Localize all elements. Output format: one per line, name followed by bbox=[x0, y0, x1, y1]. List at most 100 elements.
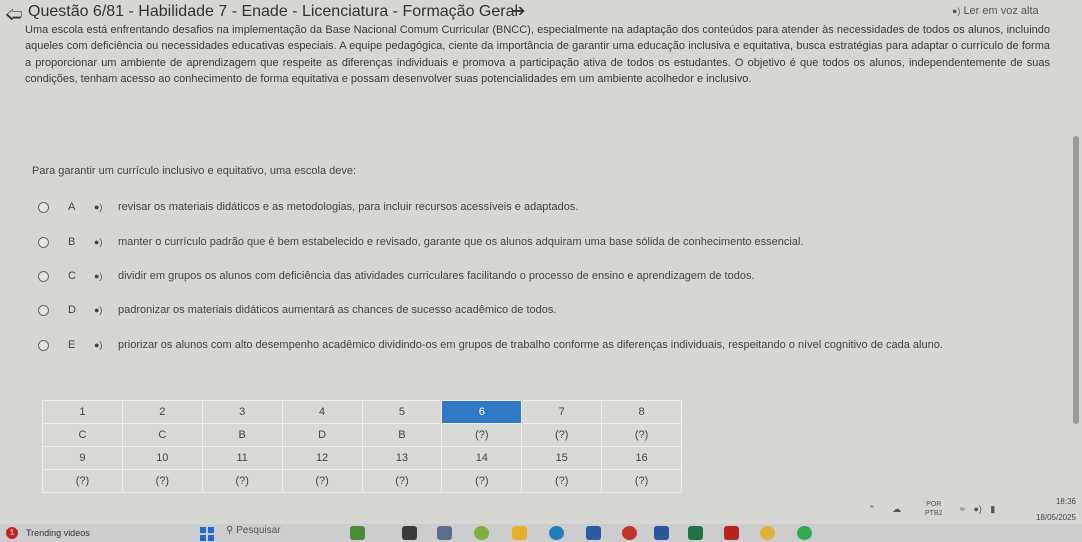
grid-cell-number[interactable]: 8 bbox=[601, 400, 682, 424]
speaker-icon[interactable]: ●) bbox=[94, 202, 118, 212]
grid-cell-number[interactable]: 12 bbox=[281, 446, 363, 470]
answer-grid: 1 2 3 4 5 6 7 8 C C B D B (?) (?) (?) 9 … bbox=[42, 400, 682, 493]
grid-cell-answer[interactable]: (?) bbox=[521, 423, 603, 447]
next-arrow-icon[interactable]: ➔ bbox=[512, 1, 525, 21]
grid-cell-answer[interactable]: (?) bbox=[601, 423, 682, 447]
option-text: manter o currículo padrão que é bem esta… bbox=[118, 236, 804, 248]
speaker-icon[interactable]: ●) bbox=[94, 305, 118, 315]
grid-cell-answer[interactable]: (?) bbox=[521, 469, 603, 493]
stocks-icon[interactable] bbox=[350, 526, 365, 540]
grid-cell-number[interactable]: 7 bbox=[521, 400, 603, 424]
grid-cell-answer[interactable]: B bbox=[201, 423, 283, 447]
question-title: Questão 6/81 - Habilidade 7 - Enade - Li… bbox=[28, 3, 519, 20]
question-header: 🢠 Questão 6/81 - Habilidade 7 - Enade - … bbox=[0, 0, 1082, 24]
question-prompt: Para garantir um currículo inclusivo e e… bbox=[32, 165, 357, 177]
word-icon[interactable] bbox=[654, 526, 669, 540]
edge-icon[interactable] bbox=[549, 526, 564, 540]
option-text: priorizar os alunos com alto desempenho … bbox=[118, 339, 943, 351]
folder-icon[interactable] bbox=[512, 526, 527, 540]
app-icon[interactable] bbox=[622, 526, 637, 540]
grid-row-numbers: 1 2 3 4 5 6 7 8 bbox=[42, 400, 682, 424]
grid-cell-number[interactable]: 16 bbox=[601, 446, 682, 470]
grid-cell-number[interactable]: 11 bbox=[201, 446, 283, 470]
question-statement: Uma escola está enfrentando desafios na … bbox=[25, 24, 1050, 85]
option-letter: A bbox=[68, 201, 76, 213]
speaker-icon[interactable]: ●) bbox=[94, 237, 118, 247]
grid-cell-answer[interactable]: (?) bbox=[441, 469, 523, 493]
chrome-alt-icon[interactable] bbox=[797, 526, 812, 540]
option-text: padronizar os materiais didáticos aument… bbox=[118, 304, 557, 316]
windows-start-icon[interactable] bbox=[200, 527, 214, 541]
search-placeholder: Pesquisar bbox=[236, 525, 281, 536]
grid-cell-number[interactable]: 10 bbox=[121, 446, 203, 470]
grid-cell-number[interactable]: 15 bbox=[521, 446, 603, 470]
language-line: POR bbox=[926, 501, 942, 508]
grid-cell-answer[interactable]: (?) bbox=[42, 469, 123, 493]
language-indicator[interactable]: POR PTB2 bbox=[925, 500, 943, 518]
grid-cell-number[interactable]: 4 bbox=[281, 400, 363, 424]
option-text: revisar os materiais didáticos e as meto… bbox=[118, 201, 579, 213]
grid-cell-answer[interactable]: C bbox=[42, 423, 123, 447]
grid-cell-number[interactable]: 3 bbox=[201, 400, 283, 424]
chart-app-icon[interactable] bbox=[437, 526, 452, 540]
grid-cell-answer[interactable]: B bbox=[361, 423, 443, 447]
acrobat-icon[interactable] bbox=[724, 526, 739, 540]
grid-cell-number[interactable]: 1 bbox=[42, 400, 123, 424]
option-d[interactable]: D ●) padronizar os materiais didáticos a… bbox=[38, 302, 556, 318]
option-letter: D bbox=[68, 304, 76, 316]
speaker-icon[interactable]: ●) bbox=[94, 271, 118, 281]
option-text: dividir em grupos os alunos com deficiên… bbox=[118, 270, 755, 282]
radio-e[interactable] bbox=[38, 339, 49, 351]
speaker-icon: ●) bbox=[952, 6, 961, 16]
chrome-icon[interactable] bbox=[760, 526, 775, 540]
grid-cell-number[interactable]: 13 bbox=[361, 446, 443, 470]
store-icon[interactable] bbox=[586, 526, 601, 540]
search-icon: ⚲ bbox=[226, 525, 234, 536]
scrollbar[interactable] bbox=[1073, 136, 1079, 424]
option-letter: E bbox=[68, 339, 76, 351]
option-b[interactable]: B ●) manter o currículo padrão que é bem… bbox=[38, 234, 803, 250]
colorful-app-icon[interactable] bbox=[474, 526, 489, 540]
option-a[interactable]: A ●) revisar os materiais didáticos e as… bbox=[38, 199, 578, 215]
battery-icon[interactable]: ▮ bbox=[990, 504, 995, 514]
back-arrow-icon[interactable]: 🢠 bbox=[5, 2, 23, 31]
keyboard-line: PTB2 bbox=[925, 510, 943, 517]
grid-cell-answer[interactable]: (?) bbox=[601, 469, 682, 493]
volume-icon[interactable]: ●) bbox=[973, 504, 981, 514]
grid-cell-answer[interactable]: (?) bbox=[441, 423, 523, 447]
grid-cell-answer[interactable]: C bbox=[121, 423, 203, 447]
taskbar-search[interactable]: ⚲ Pesquisar bbox=[226, 525, 281, 536]
grid-cell-number[interactable]: 9 bbox=[42, 446, 123, 470]
grid-cell-number[interactable]: 14 bbox=[441, 446, 523, 470]
option-letter: C bbox=[68, 270, 76, 282]
read-aloud-button[interactable]: ●) Ler em voz alta bbox=[952, 5, 1039, 17]
excel-icon[interactable] bbox=[688, 526, 703, 540]
system-tray: ⌃ ☁ bbox=[868, 504, 901, 515]
radio-b[interactable] bbox=[38, 236, 49, 248]
option-c[interactable]: C ●) dividir em grupos os alunos com def… bbox=[38, 268, 755, 284]
grid-cell-answer[interactable]: (?) bbox=[201, 469, 283, 493]
grid-cell-current[interactable]: 6 bbox=[441, 400, 523, 424]
wifi-icon[interactable]: ≈ bbox=[960, 504, 965, 514]
option-e[interactable]: E ●) priorizar os alunos com alto desemp… bbox=[38, 337, 943, 353]
clock[interactable]: 18:36 18/05/2025 bbox=[1022, 494, 1076, 526]
speaker-icon[interactable]: ●) bbox=[94, 340, 118, 350]
grid-cell-number[interactable]: 2 bbox=[121, 400, 203, 424]
grid-row-answers: C C B D B (?) (?) (?) bbox=[42, 423, 682, 447]
grid-cell-number[interactable]: 5 bbox=[361, 400, 443, 424]
clock-time: 18:36 bbox=[1055, 497, 1076, 506]
chevron-up-icon[interactable]: ⌃ bbox=[868, 504, 876, 514]
grid-cell-answer[interactable]: (?) bbox=[361, 469, 443, 493]
radio-c[interactable] bbox=[38, 270, 49, 282]
radio-a[interactable] bbox=[38, 201, 49, 213]
option-letter: B bbox=[68, 236, 76, 248]
grid-cell-answer[interactable]: (?) bbox=[281, 469, 363, 493]
grid-cell-answer[interactable]: (?) bbox=[121, 469, 203, 493]
cloud-icon[interactable]: ☁ bbox=[892, 504, 901, 514]
radio-d[interactable] bbox=[38, 304, 49, 316]
terminal-icon[interactable] bbox=[402, 526, 417, 540]
news-badge[interactable]: 1 bbox=[6, 527, 18, 539]
grid-cell-answer[interactable]: D bbox=[281, 423, 363, 447]
news-widget-label[interactable]: Trending videos bbox=[26, 528, 90, 538]
grid-row-numbers: 9 10 11 12 13 14 15 16 bbox=[42, 446, 682, 470]
